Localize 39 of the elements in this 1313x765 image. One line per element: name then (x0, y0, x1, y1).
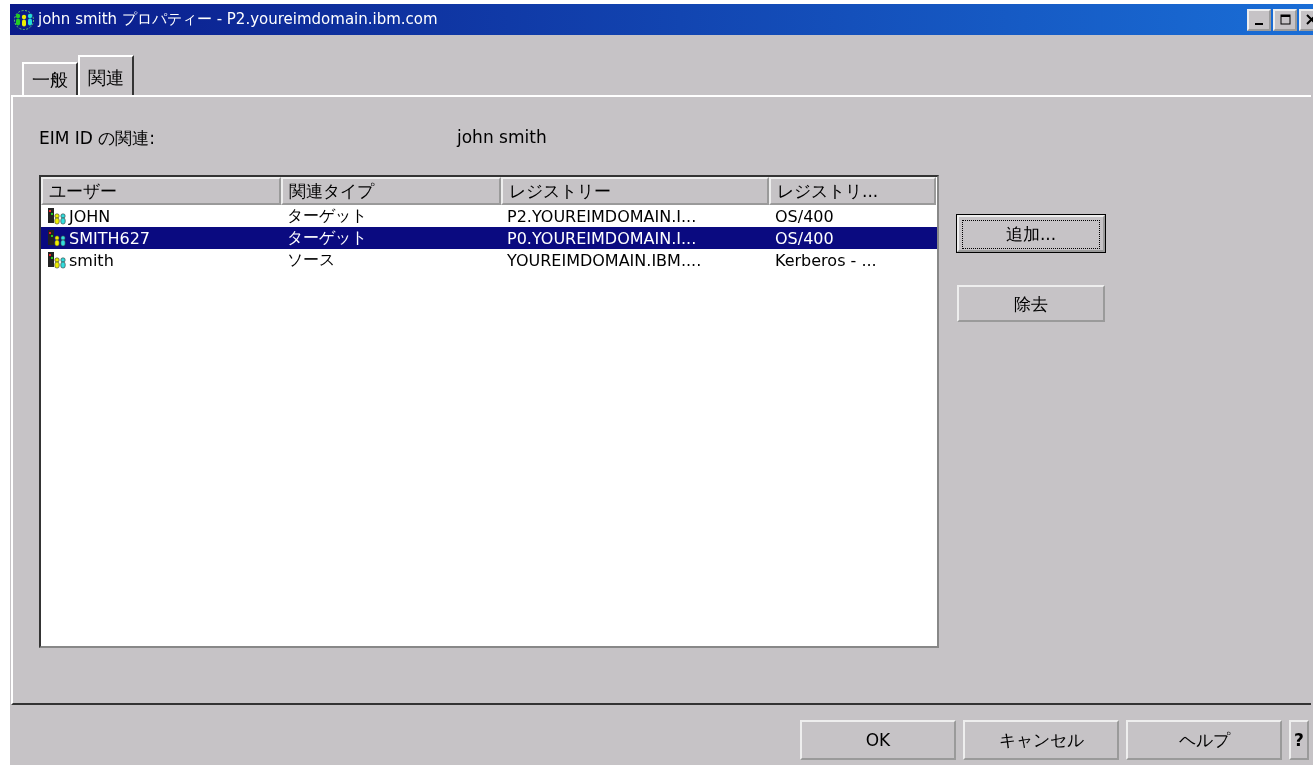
users-icon (47, 251, 67, 269)
table-cell: YOUREIMDOMAIN.IBM.... (507, 250, 702, 270)
eim-id-value: john smith (457, 127, 547, 149)
maximize-button[interactable] (1273, 8, 1297, 31)
tab[interactable]: 関連 (78, 55, 134, 95)
action-button[interactable]: 除去 (957, 285, 1105, 322)
dialog-button[interactable]: ヘルプ (1126, 720, 1282, 760)
maximize-icon (1279, 14, 1291, 25)
close-icon (1305, 14, 1313, 25)
column-header[interactable]: ユーザー (41, 177, 281, 205)
field-label: EIM ID の関連: (39, 127, 157, 150)
dialog-button[interactable]: キャンセル (963, 720, 1119, 760)
action-button[interactable]: 追加... (957, 215, 1105, 252)
table-cell: P2.YOUREIMDOMAIN.I... (507, 206, 697, 226)
minimize-icon (1255, 22, 1263, 25)
table-cell: ターゲット (287, 205, 367, 227)
tab[interactable]: 一般 (22, 62, 78, 95)
table-cell: ソース (287, 249, 335, 271)
minimize-button[interactable] (1247, 8, 1271, 31)
table-cell: P0.YOUREIMDOMAIN.I... (507, 228, 697, 248)
table-cell: OS/400 (775, 206, 834, 226)
table-cell: OS/400 (775, 228, 834, 248)
dialog-button[interactable]: OK (800, 720, 956, 760)
table-cell: SMITH627 (69, 228, 151, 248)
column-header[interactable]: レジストリー (501, 177, 769, 205)
table-cell: Kerberos - ... (775, 250, 877, 270)
table-row[interactable]: JOHN ターゲット P2.YOUREIMDOMAIN.I... OS/400 (41, 205, 937, 227)
table-cell: smith (69, 250, 114, 270)
users-icon (47, 229, 67, 247)
dialog-button[interactable]: ? (1289, 720, 1309, 760)
table-cell: ターゲット (287, 227, 367, 249)
column-header[interactable]: 関連タイプ (281, 177, 501, 205)
table-row[interactable]: SMITH627 ターゲット P0.YOUREIMDOMAIN.I... OS/400 (41, 227, 937, 249)
window-title: john smith プロパティー - P2.youreimdomain.ibm.com (38, 10, 439, 29)
users-icon (47, 207, 67, 225)
table-cell: JOHN (69, 206, 111, 226)
table-row[interactable]: smith ソース YOUREIMDOMAIN.IBM.... Kerberos - ... (41, 249, 937, 271)
column-header[interactable]: レジストリ... (769, 177, 936, 205)
people-icon (13, 9, 35, 30)
